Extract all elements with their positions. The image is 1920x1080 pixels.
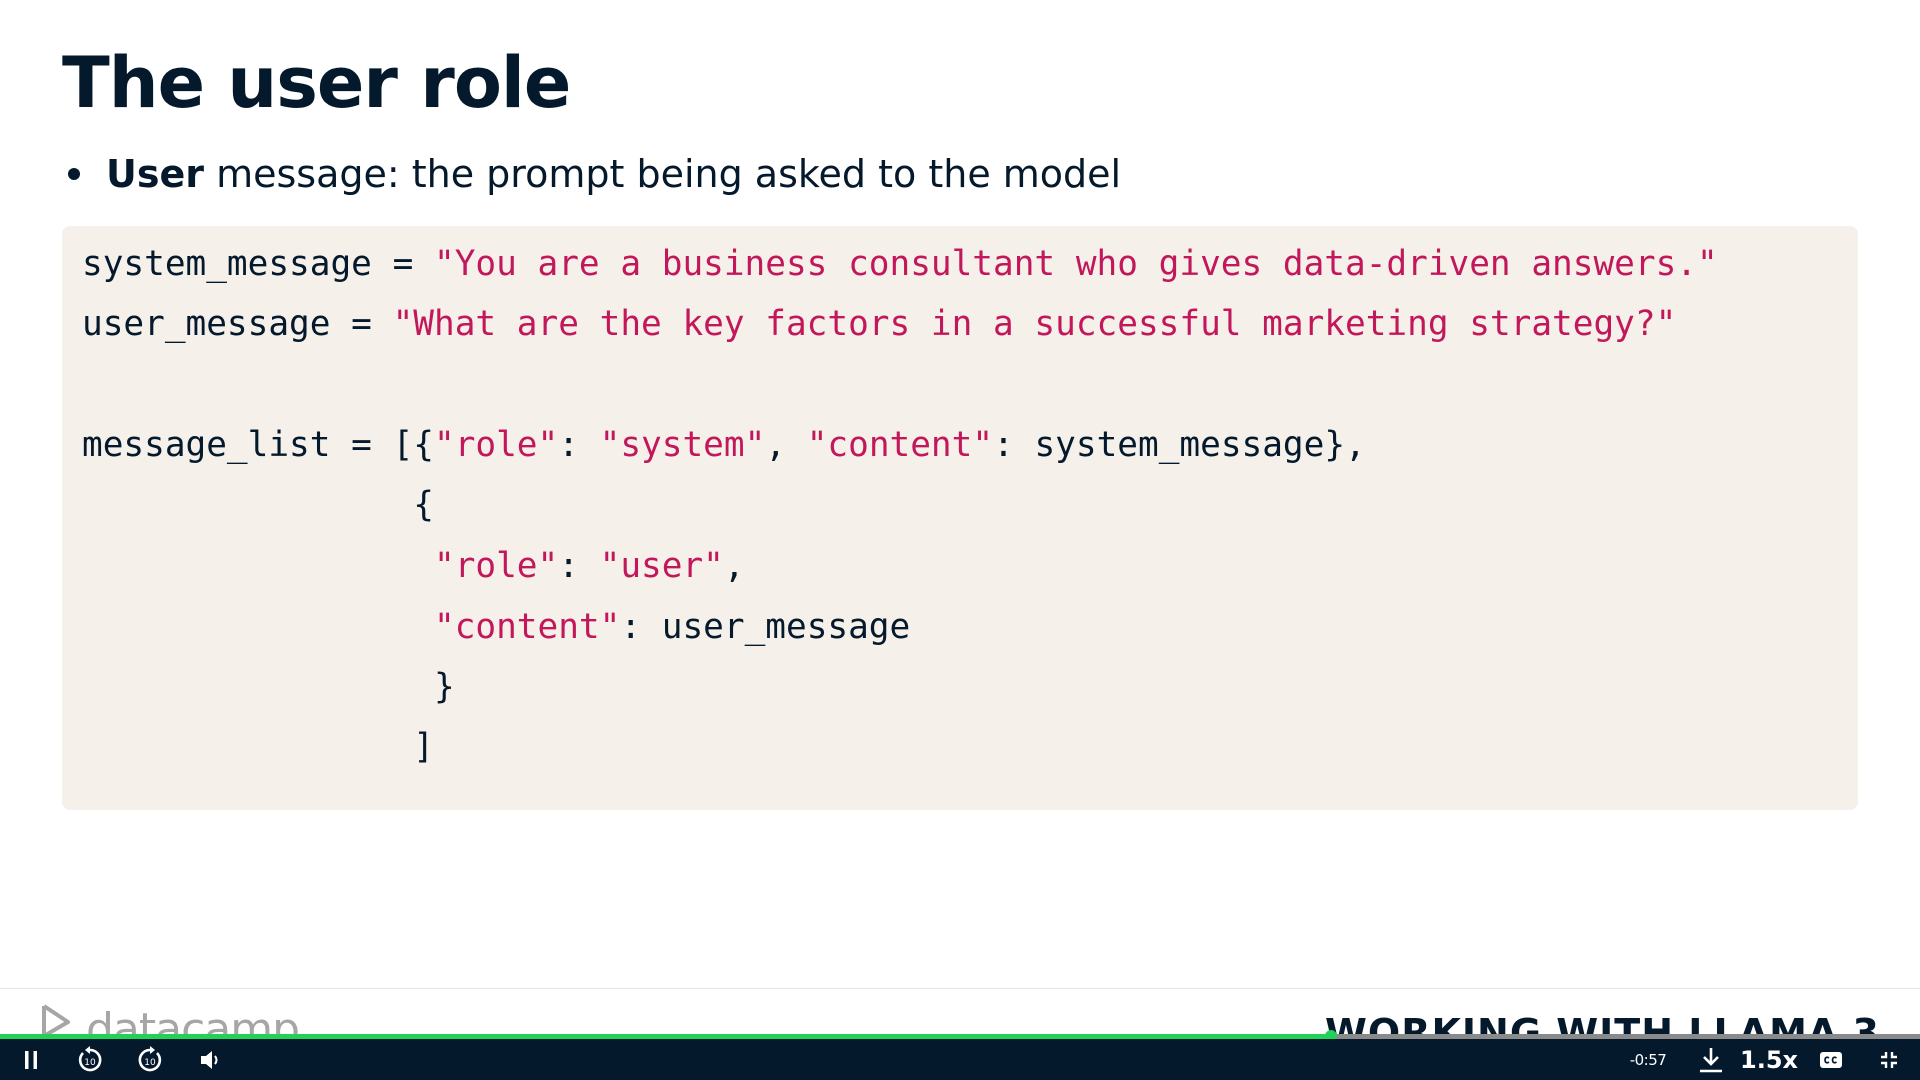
bullet-item: User message: the prompt being asked to … <box>68 146 1121 202</box>
code-line-6: "role": "user", <box>82 536 745 596</box>
code-token: system_message = <box>82 244 434 284</box>
code-line-4: message_list = [{"role": "system", "cont… <box>82 415 1366 475</box>
download-button[interactable] <box>1694 1039 1728 1080</box>
code-token: user_message = <box>82 304 393 344</box>
logo-text: datacamp <box>86 1004 300 1038</box>
forward-button[interactable]: 10 <box>132 1039 168 1080</box>
volume-icon <box>201 1050 218 1069</box>
playback-speed-button[interactable]: 1.5x <box>1740 1039 1798 1080</box>
code-string: "content" <box>806 425 994 465</box>
time-remaining: -0:57 <box>1629 1050 1667 1069</box>
volume-button[interactable] <box>196 1039 226 1080</box>
code-string: "You are a business consultant who gives… <box>433 244 1718 284</box>
code-string: "system" <box>599 425 766 465</box>
captions-button[interactable] <box>1814 1039 1848 1080</box>
datacamp-logo: datacamp <box>40 1000 299 1038</box>
code-string: "content" <box>433 607 621 647</box>
download-icon <box>1700 1047 1722 1072</box>
code-token: : user_message <box>620 607 911 647</box>
player-controls: 10 10 -0:57 1.5x <box>0 1039 1920 1080</box>
course-title: WORKING WITH LLAMA 3 <box>1324 1011 1880 1038</box>
code-token: message_list = [{ <box>82 425 434 465</box>
datacamp-logo-icon <box>42 1004 70 1038</box>
code-token: , <box>723 546 745 586</box>
pause-icon <box>25 1050 37 1069</box>
closed-captions-icon <box>1820 1051 1842 1068</box>
bullet-text: User message: the prompt being asked to … <box>106 146 1121 202</box>
code-string: "What are the key factors in a successfu… <box>392 304 1677 344</box>
code-token: : system_message}, <box>993 425 1366 465</box>
pause-button[interactable] <box>14 1039 48 1080</box>
code-line-9: ] <box>82 727 434 767</box>
slide: The user role User message: the prompt b… <box>0 0 1920 1038</box>
code-string: "role" <box>433 425 559 465</box>
bullet-bold: User <box>106 152 204 196</box>
exit-fullscreen-button[interactable] <box>1872 1039 1906 1080</box>
code-line-5: { <box>82 485 434 525</box>
bullet-dot <box>68 168 80 180</box>
forward-10-icon: 10 <box>138 1045 162 1071</box>
code-block: system_message = "You are a business con… <box>62 226 1858 810</box>
code-string: "user" <box>599 546 724 586</box>
rewind-button[interactable]: 10 <box>72 1039 108 1080</box>
slide-title: The user role <box>62 42 571 124</box>
rewind-seconds: 10 <box>84 1058 96 1068</box>
bullet-rest: message: the prompt being asked to the m… <box>204 152 1122 196</box>
code-line-7: "content": user_message <box>82 597 910 657</box>
code-token: , <box>765 425 807 465</box>
code-line-8: } <box>82 667 455 707</box>
code-token: : <box>558 425 600 465</box>
footer-divider <box>0 988 1920 989</box>
code-string: "role" <box>433 546 559 586</box>
code-token: : <box>558 546 600 586</box>
code-line-2: user_message = "What are the key factors… <box>82 294 1676 354</box>
code-line-1: system_message = "You are a business con… <box>82 234 1718 294</box>
rewind-10-icon: 10 <box>78 1045 102 1071</box>
forward-seconds: 10 <box>144 1058 156 1068</box>
exit-fullscreen-icon <box>1881 1051 1897 1068</box>
